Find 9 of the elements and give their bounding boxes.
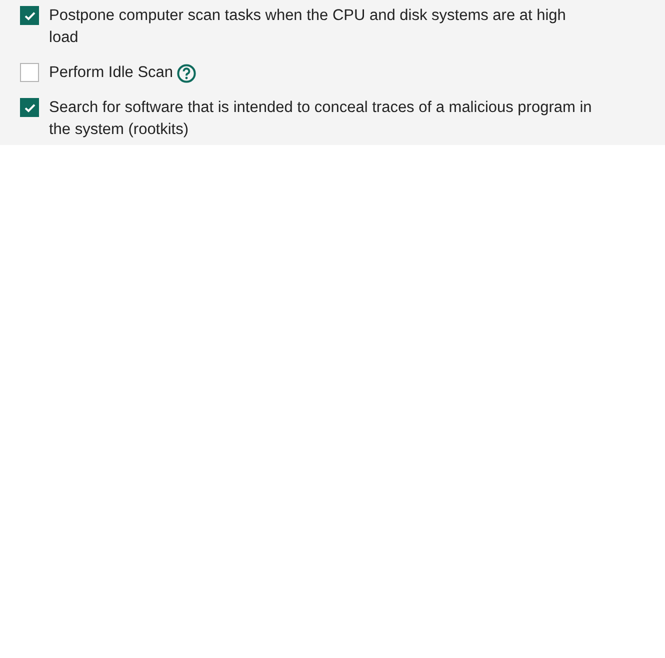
checkmark-icon (24, 102, 36, 112)
checkbox[interactable] (20, 98, 39, 117)
option-label: Postpone computer scan tasks when the CPU and disk systems are at high load (49, 6, 567, 48)
checkbox[interactable] (20, 6, 39, 25)
option-label: Search for software that is intended to conceal traces of a malicious program in the system (rootkits) (49, 98, 593, 140)
help-icon[interactable] (177, 64, 196, 83)
option-label: Perform Idle Scan (49, 63, 174, 83)
checkbox[interactable] (20, 63, 39, 82)
checkmark-icon (24, 10, 36, 20)
